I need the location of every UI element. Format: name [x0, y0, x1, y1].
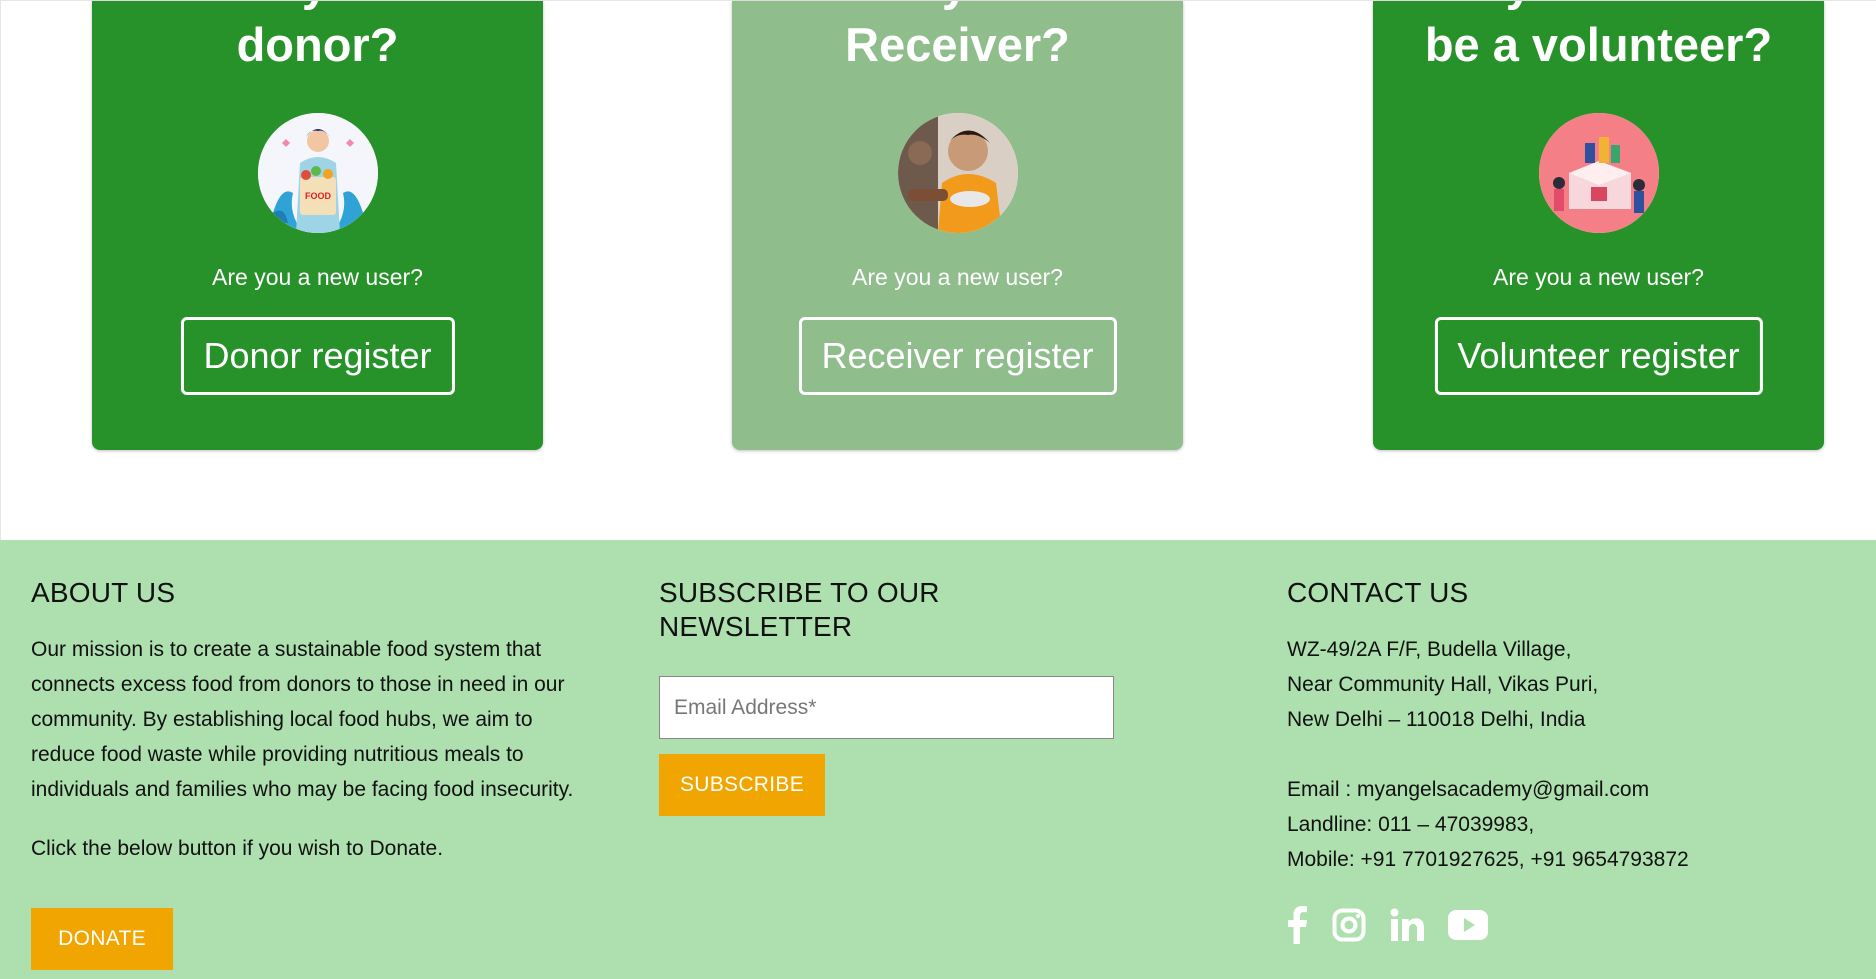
- receiver-card: Are you a Receiver? Are you a new user? …: [732, 1, 1183, 450]
- contact-landline: Landline: 011 – 47039983,: [1287, 813, 1535, 836]
- receiver-avatar: [897, 113, 1018, 233]
- subscribe-button[interactable]: SUBSCRIBE: [659, 754, 825, 816]
- donor-badge-text: FOOD: [305, 191, 331, 201]
- volunteer-card: Do you want to be a volunteer? Are you a…: [1373, 1, 1824, 450]
- instagram-icon[interactable]: [1332, 908, 1366, 947]
- contact-mobile: Mobile: +91 7701927625, +91 9654793872: [1287, 848, 1689, 871]
- donor-avatar: FOOD: [257, 113, 378, 233]
- receiver-register-button[interactable]: Receiver register: [798, 317, 1117, 395]
- youtube-icon[interactable]: [1448, 910, 1488, 945]
- linkedin-icon[interactable]: [1390, 908, 1424, 947]
- receiver-card-title-line1: Are you a: [732, 1, 1183, 14]
- address-line-3: New Delhi – 110018 Delhi, India: [1287, 708, 1586, 731]
- donor-card-title: Are you a donor?: [92, 1, 543, 75]
- about-heading: ABOUT US: [31, 577, 176, 608]
- receiver-photo: [897, 113, 1018, 233]
- volunteer-illustration: [1538, 113, 1659, 233]
- registration-cards: Are you a donor? FOOD Are you a new: [0, 0, 1876, 540]
- donor-card: Are you a donor? FOOD Are you a new: [92, 1, 543, 450]
- donor-card-title-line1: Are you a: [92, 1, 543, 14]
- contact-heading: CONTACT US: [1287, 577, 1469, 608]
- about-section: ABOUT US Our mission is to create a sust…: [31, 572, 601, 970]
- volunteer-new-user-question: Are you a new user?: [1493, 264, 1704, 290]
- address-line-2: Near Community Hall, Vikas Puri,: [1287, 673, 1599, 696]
- receiver-card-title-line2: Receiver?: [845, 18, 1070, 71]
- contact-email: Email : myangelsacademy@gmail.com: [1287, 778, 1650, 801]
- contact-details: Email : myangelsacademy@gmail.com Landli…: [1287, 772, 1807, 877]
- contact-section: CONTACT US WZ-49/2A F/F, Budella Village…: [1287, 572, 1807, 877]
- email-input[interactable]: [659, 676, 1114, 739]
- donor-new-user-question: Are you a new user?: [212, 264, 423, 290]
- donate-note: Click the below button if you wish to Do…: [31, 837, 444, 860]
- volunteer-card-title-line2: be a volunteer?: [1424, 18, 1773, 71]
- site-footer: ABOUT US Our mission is to create a sust…: [0, 540, 1876, 979]
- newsletter-heading: SUBSCRIBE TO OUR NEWSLETTER: [659, 577, 940, 642]
- donor-illustration: FOOD: [257, 113, 378, 233]
- donate-button[interactable]: DONATE: [31, 908, 173, 970]
- donor-register-button[interactable]: Donor register: [180, 317, 455, 395]
- donor-card-title-line2: donor?: [236, 18, 399, 71]
- receiver-new-user-question: Are you a new user?: [852, 264, 1063, 290]
- about-text: Our mission is to create a sustainable f…: [31, 638, 574, 801]
- volunteer-register-button[interactable]: Volunteer register: [1434, 317, 1763, 395]
- facebook-icon[interactable]: [1286, 906, 1308, 949]
- contact-address: WZ-49/2A F/F, Budella Village, Near Comm…: [1287, 632, 1807, 737]
- address-line-1: WZ-49/2A F/F, Budella Village,: [1287, 638, 1572, 661]
- volunteer-card-title-line1: Do you want to: [1373, 1, 1824, 14]
- volunteer-avatar: [1538, 113, 1659, 233]
- volunteer-card-title: Do you want to be a volunteer?: [1373, 1, 1824, 75]
- social-links: [1286, 906, 1488, 949]
- newsletter-section: SUBSCRIBE TO OUR NEWSLETTER SUBSCRIBE: [659, 572, 1139, 816]
- receiver-card-title: Are you a Receiver?: [732, 1, 1183, 75]
